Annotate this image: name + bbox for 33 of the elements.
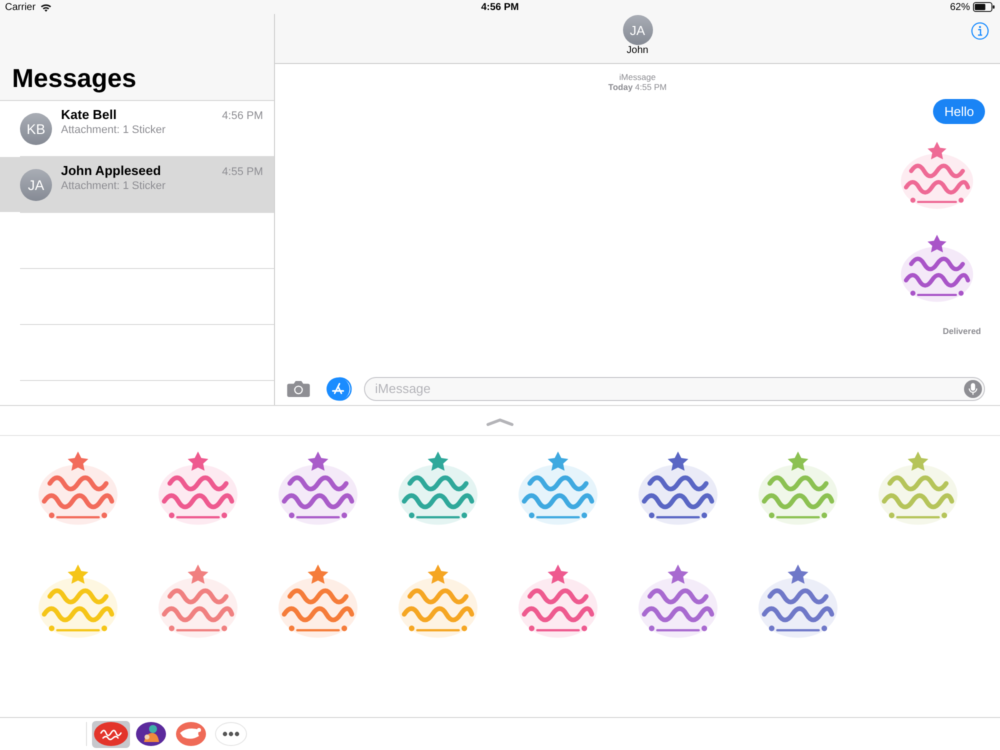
message-preview: Attachment: 1 Sticker — [61, 179, 167, 193]
conversation-row[interactable]: KB Kate Bell 4:56 PM Attachment: 1 Sticker — [0, 101, 274, 156]
contact-name: John Appleseed — [61, 163, 161, 179]
drawer-handle[interactable] — [486, 418, 514, 426]
status-time: 4:56 PM — [481, 2, 519, 12]
delivery-status: Delivered — [942, 326, 981, 336]
app-icon — [94, 722, 128, 746]
wifi-icon — [40, 2, 52, 12]
app-drawer-button[interactable] — [212, 720, 250, 748]
contact-avatar: JA — [20, 169, 52, 201]
message-time: 4:55 PM — [222, 166, 263, 178]
contact-name: John — [626, 45, 648, 57]
conversation-row[interactable]: JA John Appleseed 4:55 PM Attachment: 1 Sticker — [0, 157, 274, 212]
more-icon — [214, 722, 248, 746]
app-icon — [134, 722, 168, 746]
battery-icon — [973, 2, 995, 12]
app-icon — [174, 722, 208, 746]
message-input[interactable]: iMessage — [364, 376, 985, 400]
microphone-icon[interactable] — [964, 380, 982, 398]
app-store-icon[interactable] — [326, 376, 352, 400]
message-bubble: Hello — [933, 99, 985, 124]
page-title: Messages — [12, 62, 136, 94]
contact-avatar: KB — [20, 113, 52, 145]
camera-icon[interactable] — [287, 380, 310, 397]
message-preview: Attachment: 1 Sticker — [61, 123, 167, 137]
service-label: iMessage — [619, 72, 656, 82]
battery-percent: 62% — [950, 2, 970, 12]
carrier-label: Carrier — [5, 2, 36, 12]
info-icon[interactable] — [971, 22, 989, 40]
contact-name: Kate Bell — [61, 107, 117, 123]
app-drawer-button[interactable] — [92, 720, 130, 748]
conversation-timestamp: Today 4:55 PM — [608, 82, 667, 92]
message-time: 4:56 PM — [222, 110, 263, 122]
